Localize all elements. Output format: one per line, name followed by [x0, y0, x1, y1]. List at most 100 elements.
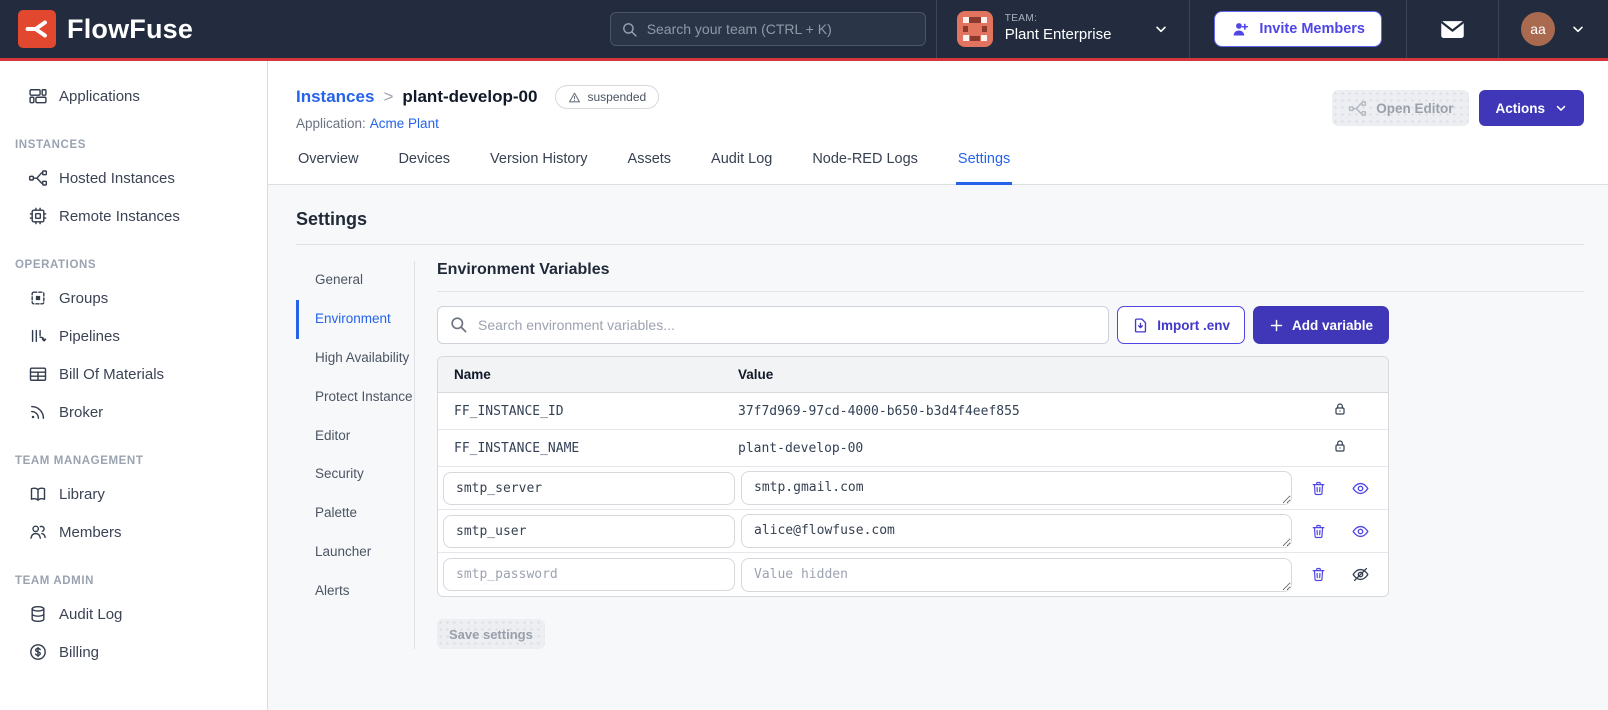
flowfuse-logo-icon — [18, 10, 56, 48]
env-name-input[interactable] — [443, 471, 735, 505]
env-row-ff-instance-id: FF_INSTANCE_ID 37f7d969-97cd-4000-b650-b3… — [438, 393, 1388, 430]
team-label: TEAM: — [1004, 13, 1038, 25]
settings-nav: General Environment High Availability Prote… — [296, 261, 414, 649]
sidebar-item-hosted-instances[interactable]: Hosted Instances — [0, 159, 267, 197]
import-env-button[interactable]: Import .env — [1117, 306, 1245, 344]
plus-icon — [1270, 319, 1283, 331]
sidebar-item-label: Members — [59, 523, 122, 541]
chevron-down-icon — [1156, 26, 1167, 33]
value-visible-toggle[interactable] — [1351, 479, 1370, 498]
env-toolbar: Import .env Add variable — [437, 306, 1389, 344]
actions-button[interactable]: Actions — [1479, 90, 1584, 126]
value-hidden-toggle[interactable] — [1351, 565, 1370, 584]
audit-log-icon — [31, 605, 45, 623]
team-search-input[interactable] — [609, 12, 926, 46]
sidebar-section-label-operations: OPERATIONS — [15, 259, 97, 271]
billing-icon — [30, 644, 46, 660]
navbar-divider — [1189, 0, 1191, 58]
sidebar-item-bill-of-materials[interactable]: Bill Of Materials — [0, 355, 267, 393]
team-meta: TEAM: Plant Enterprise — [1005, 13, 1112, 44]
breadcrumb: Instances > plant-develop-00 suspended — [296, 85, 660, 109]
top-navbar: FlowFuse TEAM: Plant Enterprise — [0, 0, 1608, 58]
tab-devices[interactable]: Devices — [396, 145, 452, 185]
actions-label: Actions — [1495, 100, 1545, 116]
value-visible-toggle[interactable] — [1351, 522, 1370, 541]
locked-indicator — [1332, 401, 1348, 421]
sidebar-item-billing[interactable]: Billing — [0, 633, 267, 671]
mail-icon — [1441, 20, 1464, 38]
sidebar-item-label: Hosted Instances — [59, 169, 175, 187]
settings-nav-high-availability[interactable]: High Availability — [296, 339, 414, 378]
env-value-input[interactable] — [741, 514, 1292, 548]
breadcrumb-current: plant-develop-00 — [402, 87, 538, 106]
delete-variable-button[interactable] — [1310, 523, 1327, 540]
env-name-input[interactable] — [443, 558, 735, 591]
team-name: Plant Enterprise — [1004, 25, 1112, 43]
breadcrumb-instances-link[interactable]: Instances — [296, 87, 374, 107]
add-variable-button[interactable]: Add variable — [1252, 306, 1389, 344]
sidebar-item-label: Billing — [59, 643, 100, 661]
user-menu[interactable]: aa — [1499, 12, 1608, 46]
sidebar-item-groups[interactable]: Groups — [0, 279, 267, 317]
sidebar-item-pipelines[interactable]: Pipelines — [0, 317, 267, 355]
chevron-down-icon — [1573, 26, 1583, 33]
sidebar-item-label: Pipelines — [59, 327, 120, 345]
broker-icon — [31, 405, 45, 419]
settings-nav-palette[interactable]: Palette — [296, 494, 414, 533]
tab-assets[interactable]: Assets — [626, 145, 674, 185]
import-file-icon — [1135, 317, 1147, 333]
notifications-button[interactable] — [1439, 16, 1466, 43]
sidebar-item-broker[interactable]: Broker — [0, 393, 267, 431]
application-label: Application: — [296, 116, 366, 131]
env-value-input[interactable] — [741, 557, 1292, 592]
sidebar-section-label-team-admin: TEAM ADMIN — [15, 575, 95, 587]
user-plus-icon — [1233, 22, 1249, 35]
tab-overview[interactable]: Overview — [296, 145, 360, 185]
settings-nav-alerts[interactable]: Alerts — [296, 572, 414, 611]
eye-off-icon — [1352, 567, 1369, 582]
status-badge: suspended — [555, 85, 660, 109]
open-editor-button[interactable]: Open Editor — [1332, 90, 1470, 126]
invite-members-button[interactable]: Invite Members — [1214, 11, 1382, 47]
sidebar-section-label-instances: INSTANCES — [15, 139, 86, 151]
add-variable-label: Add variable — [1291, 317, 1373, 333]
status-badge-label: suspended — [587, 90, 647, 104]
lock-icon — [1335, 403, 1345, 415]
env-row-ff-instance-name: FF_INSTANCE_NAME plant-develop-00 — [438, 430, 1388, 467]
settings-nav-protect-instance[interactable]: Protect Instance — [296, 378, 414, 417]
instance-tabs: Overview Devices Version History Assets Audi… — [268, 145, 1608, 185]
tab-node-red-logs[interactable]: Node-RED Logs — [810, 145, 920, 185]
env-value-input[interactable] — [741, 471, 1292, 505]
env-search — [437, 306, 1110, 344]
team-search — [609, 12, 926, 46]
sidebar-item-audit-log[interactable]: Audit Log — [0, 595, 267, 633]
sidebar-item-label: Remote Instances — [59, 207, 180, 225]
settings-nav-general[interactable]: General — [296, 261, 414, 300]
delete-variable-button[interactable] — [1310, 566, 1327, 583]
sidebar: Applications INSTANCES Hosted Instances Rem… — [0, 61, 268, 710]
team-switcher[interactable]: TEAM: Plant Enterprise — [937, 0, 1190, 58]
settings-nav-environment[interactable]: Environment — [296, 299, 414, 339]
tab-version-history[interactable]: Version History — [488, 145, 590, 185]
applications-icon — [29, 89, 47, 104]
settings-nav-launcher[interactable]: Launcher — [296, 533, 414, 572]
flowfuse-logo[interactable]: FlowFuse — [18, 10, 193, 48]
remote-instances-icon — [29, 207, 47, 225]
team-avatar — [956, 11, 993, 47]
sidebar-item-remote-instances[interactable]: Remote Instances — [0, 197, 267, 235]
env-name-input[interactable] — [443, 514, 735, 548]
tab-settings[interactable]: Settings — [955, 145, 1013, 185]
sidebar-item-members[interactable]: Members — [0, 513, 267, 551]
save-settings-button[interactable]: Save settings — [437, 619, 545, 649]
sidebar-item-library[interactable]: Library — [0, 475, 267, 513]
application-link[interactable]: Acme Plant — [370, 116, 439, 131]
tab-audit-log[interactable]: Audit Log — [709, 145, 774, 185]
settings-nav-security[interactable]: Security — [296, 455, 414, 494]
hosted-instances-icon — [28, 170, 48, 186]
search-icon — [451, 317, 467, 333]
sidebar-item-applications[interactable]: Applications — [0, 77, 267, 115]
settings-nav-editor[interactable]: Editor — [296, 417, 414, 456]
sidebar-section-label-team-management: TEAM MANAGEMENT — [15, 455, 144, 467]
delete-variable-button[interactable] — [1310, 480, 1327, 497]
env-search-input[interactable] — [437, 306, 1110, 344]
